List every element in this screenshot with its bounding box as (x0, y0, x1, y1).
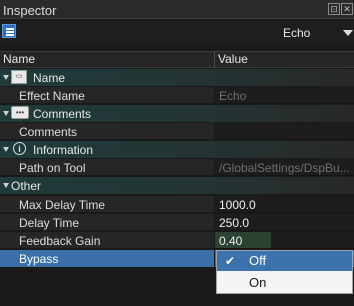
option-label: On (249, 275, 267, 290)
column-splitter[interactable] (214, 51, 215, 68)
category-other[interactable] (0, 177, 354, 194)
path-on-tool-value[interactable]: /GlobalSettings/DspBu... (219, 161, 353, 175)
dropdown-option-off[interactable] (217, 251, 352, 271)
dropdown-option-on[interactable] (217, 272, 352, 292)
close-icon[interactable]: ✕ (341, 3, 353, 15)
window-title: Inspector (3, 3, 57, 18)
property-name: Comments (19, 125, 78, 139)
category-label: Information (33, 143, 94, 157)
option-label: Off (249, 253, 267, 268)
feedback-gain-value[interactable]: 0.40 (219, 234, 242, 248)
info-icon: i (13, 142, 26, 155)
delay-time-value[interactable]: 250.0 (219, 216, 249, 230)
category-label: Name (33, 71, 66, 85)
category-label: Other (11, 179, 42, 193)
name-tag-icon: ▭ (11, 70, 27, 84)
property-name: Effect Name (19, 89, 85, 103)
property-value-cell[interactable] (215, 123, 354, 140)
checkmark-icon: ✔ (225, 254, 236, 268)
column-value-header[interactable]: Value (218, 52, 248, 66)
effect-name-value[interactable]: Echo (219, 89, 246, 103)
effect-selector[interactable]: Echo (283, 26, 310, 40)
categorized-view-icon[interactable] (2, 24, 16, 38)
property-name: Feedback Gain (19, 234, 101, 248)
property-name: Delay Time (19, 216, 80, 230)
property-name: Bypass (19, 252, 59, 266)
category-label: Comments (33, 107, 92, 121)
max-delay-time-value[interactable]: 1000.0 (219, 198, 256, 212)
collapse-triangle-icon[interactable] (3, 183, 9, 188)
property-name: Path on Tool (19, 161, 86, 175)
speech-bubble-icon: ••• (11, 106, 29, 119)
collapse-triangle-icon[interactable] (3, 75, 9, 80)
column-name-header[interactable]: Name (3, 52, 35, 66)
pin-icon[interactable]: ⊡ (328, 3, 340, 15)
collapse-triangle-icon[interactable] (3, 147, 9, 152)
chevron-down-icon[interactable] (343, 30, 353, 36)
collapse-triangle-icon[interactable] (3, 111, 9, 116)
inspector-bottom-area (0, 298, 354, 306)
column-header (0, 51, 354, 68)
property-name: Max Delay Time (19, 198, 106, 212)
